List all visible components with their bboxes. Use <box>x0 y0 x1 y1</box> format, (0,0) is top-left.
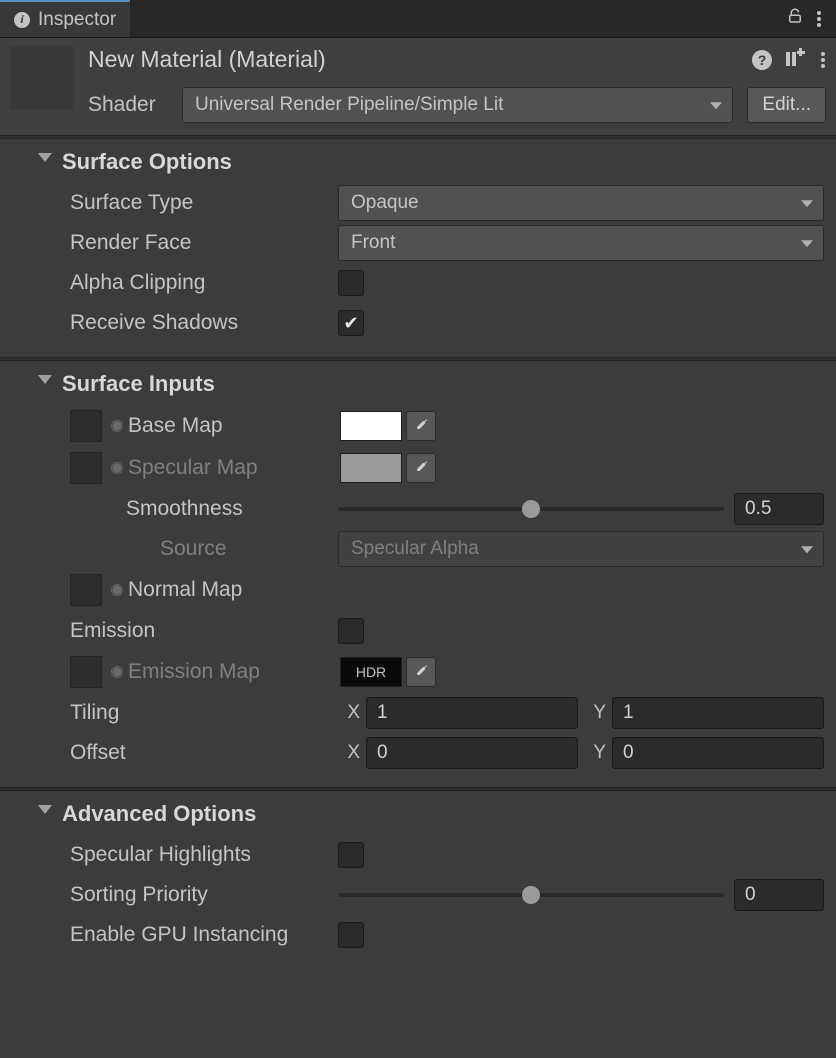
tiling-x-input[interactable]: 1 <box>366 697 578 729</box>
gpu-instancing-label: Enable GPU Instancing <box>70 923 338 947</box>
surface-options-header[interactable]: Surface Options <box>0 149 836 183</box>
offset-label: Offset <box>70 741 338 765</box>
tab-label: Inspector <box>38 9 116 31</box>
smoothness-value[interactable]: 0.5 <box>734 493 824 525</box>
x-label: X <box>338 702 360 724</box>
shader-value: Universal Render Pipeline/Simple Lit <box>195 94 503 116</box>
emission-map-label: Emission Map <box>128 660 260 684</box>
y-label: Y <box>584 742 606 764</box>
eyedropper-icon[interactable] <box>406 411 436 441</box>
advanced-options-header[interactable]: Advanced Options <box>0 801 836 835</box>
eyedropper-icon[interactable] <box>406 657 436 687</box>
x-label: X <box>338 742 360 764</box>
hdr-label: HDR <box>356 664 386 680</box>
emission-map-texture-slot[interactable] <box>70 656 102 688</box>
receive-shadows-checkbox[interactable]: ✔ <box>338 310 364 336</box>
object-picker-icon[interactable] <box>110 461 124 475</box>
specular-highlights-checkbox[interactable] <box>338 842 364 868</box>
object-picker-icon[interactable] <box>110 583 124 597</box>
render-face-value: Front <box>351 232 395 254</box>
normal-map-texture-slot[interactable] <box>70 574 102 606</box>
offset-y-input[interactable]: 0 <box>612 737 824 769</box>
offset-y-value: 0 <box>623 742 634 764</box>
material-header: New Material (Material) ? Shader Univers… <box>0 38 836 135</box>
smoothness-label: Smoothness <box>70 497 338 521</box>
base-map-texture-slot[interactable] <box>70 410 102 442</box>
edit-button-label: Edit... <box>762 94 811 116</box>
specular-highlights-label: Specular Highlights <box>70 843 338 867</box>
shader-label: Shader <box>88 93 168 117</box>
source-value: Specular Alpha <box>351 538 479 560</box>
kebab-icon[interactable] <box>816 10 822 28</box>
material-title: New Material (Material) <box>88 46 326 73</box>
section-title: Surface Inputs <box>38 371 215 397</box>
sorting-priority-value-text: 0 <box>745 884 756 906</box>
base-map-label: Base Map <box>128 414 223 438</box>
specular-map-label: Specular Map <box>128 456 258 480</box>
tiling-y-value: 1 <box>623 702 634 724</box>
section-title: Surface Options <box>38 149 232 175</box>
material-preview[interactable] <box>10 46 74 110</box>
edit-button[interactable]: Edit... <box>747 87 826 123</box>
object-picker-icon[interactable] <box>110 665 124 679</box>
emission-color[interactable]: HDR <box>340 657 402 687</box>
surface-inputs-header[interactable]: Surface Inputs <box>0 371 836 405</box>
specular-map-texture-slot[interactable] <box>70 452 102 484</box>
slider-thumb[interactable] <box>522 500 540 518</box>
render-face-label: Render Face <box>70 231 338 255</box>
emission-checkbox[interactable] <box>338 618 364 644</box>
gpu-instancing-checkbox[interactable] <box>338 922 364 948</box>
smoothness-source-dropdown[interactable]: Specular Alpha <box>338 531 824 567</box>
offset-x-input[interactable]: 0 <box>366 737 578 769</box>
offset-x-value: 0 <box>377 742 388 764</box>
specular-map-color[interactable] <box>340 453 402 483</box>
inspector-tab[interactable]: i Inspector <box>0 0 130 37</box>
inspector-tab-bar: i Inspector <box>0 0 836 38</box>
tiling-x-value: 1 <box>377 702 388 724</box>
base-map-color[interactable] <box>340 411 402 441</box>
tiling-label: Tiling <box>70 701 338 725</box>
kebab-icon[interactable] <box>820 51 826 69</box>
help-icon[interactable]: ? <box>752 50 772 70</box>
y-label: Y <box>584 702 606 724</box>
normal-map-label: Normal Map <box>128 578 242 602</box>
info-icon: i <box>14 12 30 28</box>
foldout-icon <box>38 153 52 162</box>
sorting-priority-label: Sorting Priority <box>70 883 338 907</box>
check-icon: ✔ <box>343 313 358 334</box>
lock-icon[interactable] <box>786 7 804 31</box>
slider-thumb[interactable] <box>522 886 540 904</box>
source-label: Source <box>70 537 338 561</box>
chevron-down-icon <box>801 240 813 247</box>
alpha-clipping-checkbox[interactable] <box>338 270 364 296</box>
object-picker-icon[interactable] <box>110 419 124 433</box>
chevron-down-icon <box>801 200 813 207</box>
surface-type-label: Surface Type <box>70 191 338 215</box>
foldout-icon <box>38 375 52 384</box>
section-title: Advanced Options <box>38 801 256 827</box>
surface-inputs-section: Surface Inputs Base Map Specular Map Smo… <box>0 361 836 787</box>
chevron-down-icon <box>801 546 813 553</box>
chevron-down-icon <box>710 102 722 109</box>
sorting-priority-slider[interactable] <box>338 893 724 897</box>
eyedropper-icon[interactable] <box>406 453 436 483</box>
emission-label: Emission <box>70 619 338 643</box>
smoothness-slider[interactable] <box>338 507 724 511</box>
tiling-y-input[interactable]: 1 <box>612 697 824 729</box>
advanced-options-section: Advanced Options Specular Highlights Sor… <box>0 791 836 969</box>
surface-type-value: Opaque <box>351 192 419 214</box>
render-face-dropdown[interactable]: Front <box>338 225 824 261</box>
alpha-clipping-label: Alpha Clipping <box>70 271 338 295</box>
preset-icon[interactable] <box>786 48 806 72</box>
foldout-icon <box>38 805 52 814</box>
shader-dropdown[interactable]: Universal Render Pipeline/Simple Lit <box>182 87 733 123</box>
surface-type-dropdown[interactable]: Opaque <box>338 185 824 221</box>
surface-options-section: Surface Options Surface Type Opaque Rend… <box>0 139 836 357</box>
sorting-priority-value[interactable]: 0 <box>734 879 824 911</box>
smoothness-value-text: 0.5 <box>745 498 771 520</box>
receive-shadows-label: Receive Shadows <box>70 311 338 335</box>
